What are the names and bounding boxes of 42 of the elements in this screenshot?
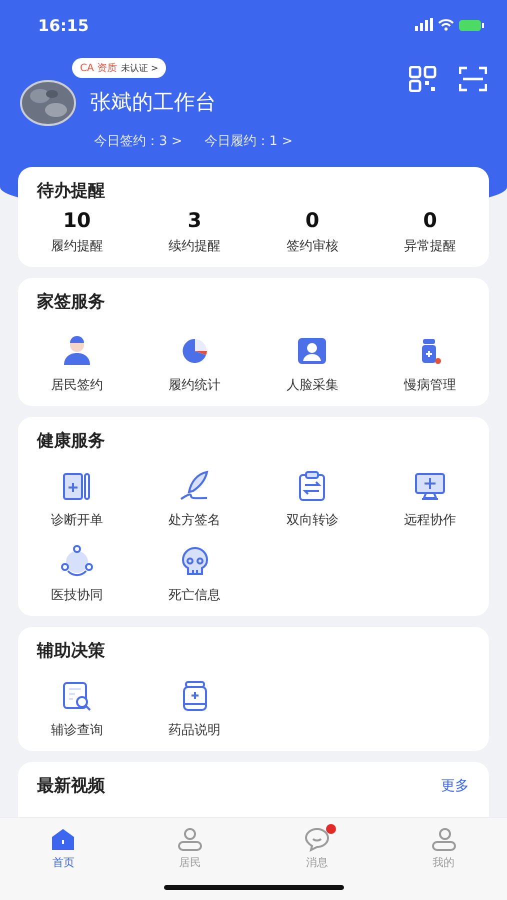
- reminder-count[interactable]: 3: [188, 208, 202, 232]
- card-title: 待办提醒: [36, 180, 106, 202]
- network-nodes-icon: [58, 543, 95, 579]
- reminder-label[interactable]: 异常提醒: [404, 237, 456, 255]
- service-label[interactable]: 死亡信息: [168, 586, 221, 604]
- ca-status-badge[interactable]: CA 资质 未认证 >: [72, 58, 166, 78]
- card-title: 家签服务: [36, 291, 106, 313]
- reminder-count[interactable]: 0: [423, 208, 438, 232]
- reminder-count[interactable]: 0: [305, 208, 320, 232]
- more-link[interactable]: 更多: [441, 776, 469, 794]
- tab[interactable]: 首页: [0, 826, 127, 870]
- today-stat-link[interactable]: 今日履约：1 >: [204, 132, 293, 150]
- reminder-count[interactable]: 10: [62, 208, 91, 232]
- service-label[interactable]: 药品说明: [168, 721, 221, 739]
- service-label[interactable]: 诊断开单: [50, 511, 103, 529]
- service-label[interactable]: 辅诊查询: [50, 721, 103, 739]
- service-label[interactable]: 履约统计: [168, 376, 221, 394]
- chat-bubble-icon: [304, 826, 330, 852]
- user-icon: [177, 826, 204, 852]
- status-time: 16:15: [38, 16, 89, 34]
- profile-icon: [430, 826, 457, 852]
- qr-code-icon[interactable]: [409, 66, 437, 92]
- card-title: 健康服务: [36, 430, 106, 452]
- service-label[interactable]: 人脸采集: [286, 376, 338, 394]
- home-icon: [50, 826, 76, 852]
- service-label[interactable]: 处方签名: [168, 511, 221, 529]
- service-label[interactable]: 远程协作: [404, 511, 456, 529]
- service-label[interactable]: 慢病管理: [404, 376, 456, 394]
- card-title: 最新视频: [36, 775, 105, 797]
- ca-label: CA 资质: [80, 62, 118, 75]
- status-icons-drawing: [415, 17, 485, 33]
- reminder-label[interactable]: 履约提醒: [50, 237, 103, 255]
- workbench-title: 张斌的工作台: [90, 89, 216, 116]
- reminder-label[interactable]: 续约提醒: [168, 237, 221, 255]
- service-label[interactable]: 居民签约: [50, 376, 103, 394]
- ca-status: 未认证 >: [121, 62, 158, 74]
- card-title: 辅助决策: [36, 640, 106, 662]
- today-stat-link[interactable]: 今日签约：3 >: [94, 132, 182, 150]
- service-label[interactable]: 双向转诊: [286, 511, 338, 529]
- scan-icon[interactable]: [459, 66, 487, 92]
- reminder-label[interactable]: 签约审核: [286, 237, 338, 255]
- service-label[interactable]: 医技协同: [50, 586, 103, 604]
